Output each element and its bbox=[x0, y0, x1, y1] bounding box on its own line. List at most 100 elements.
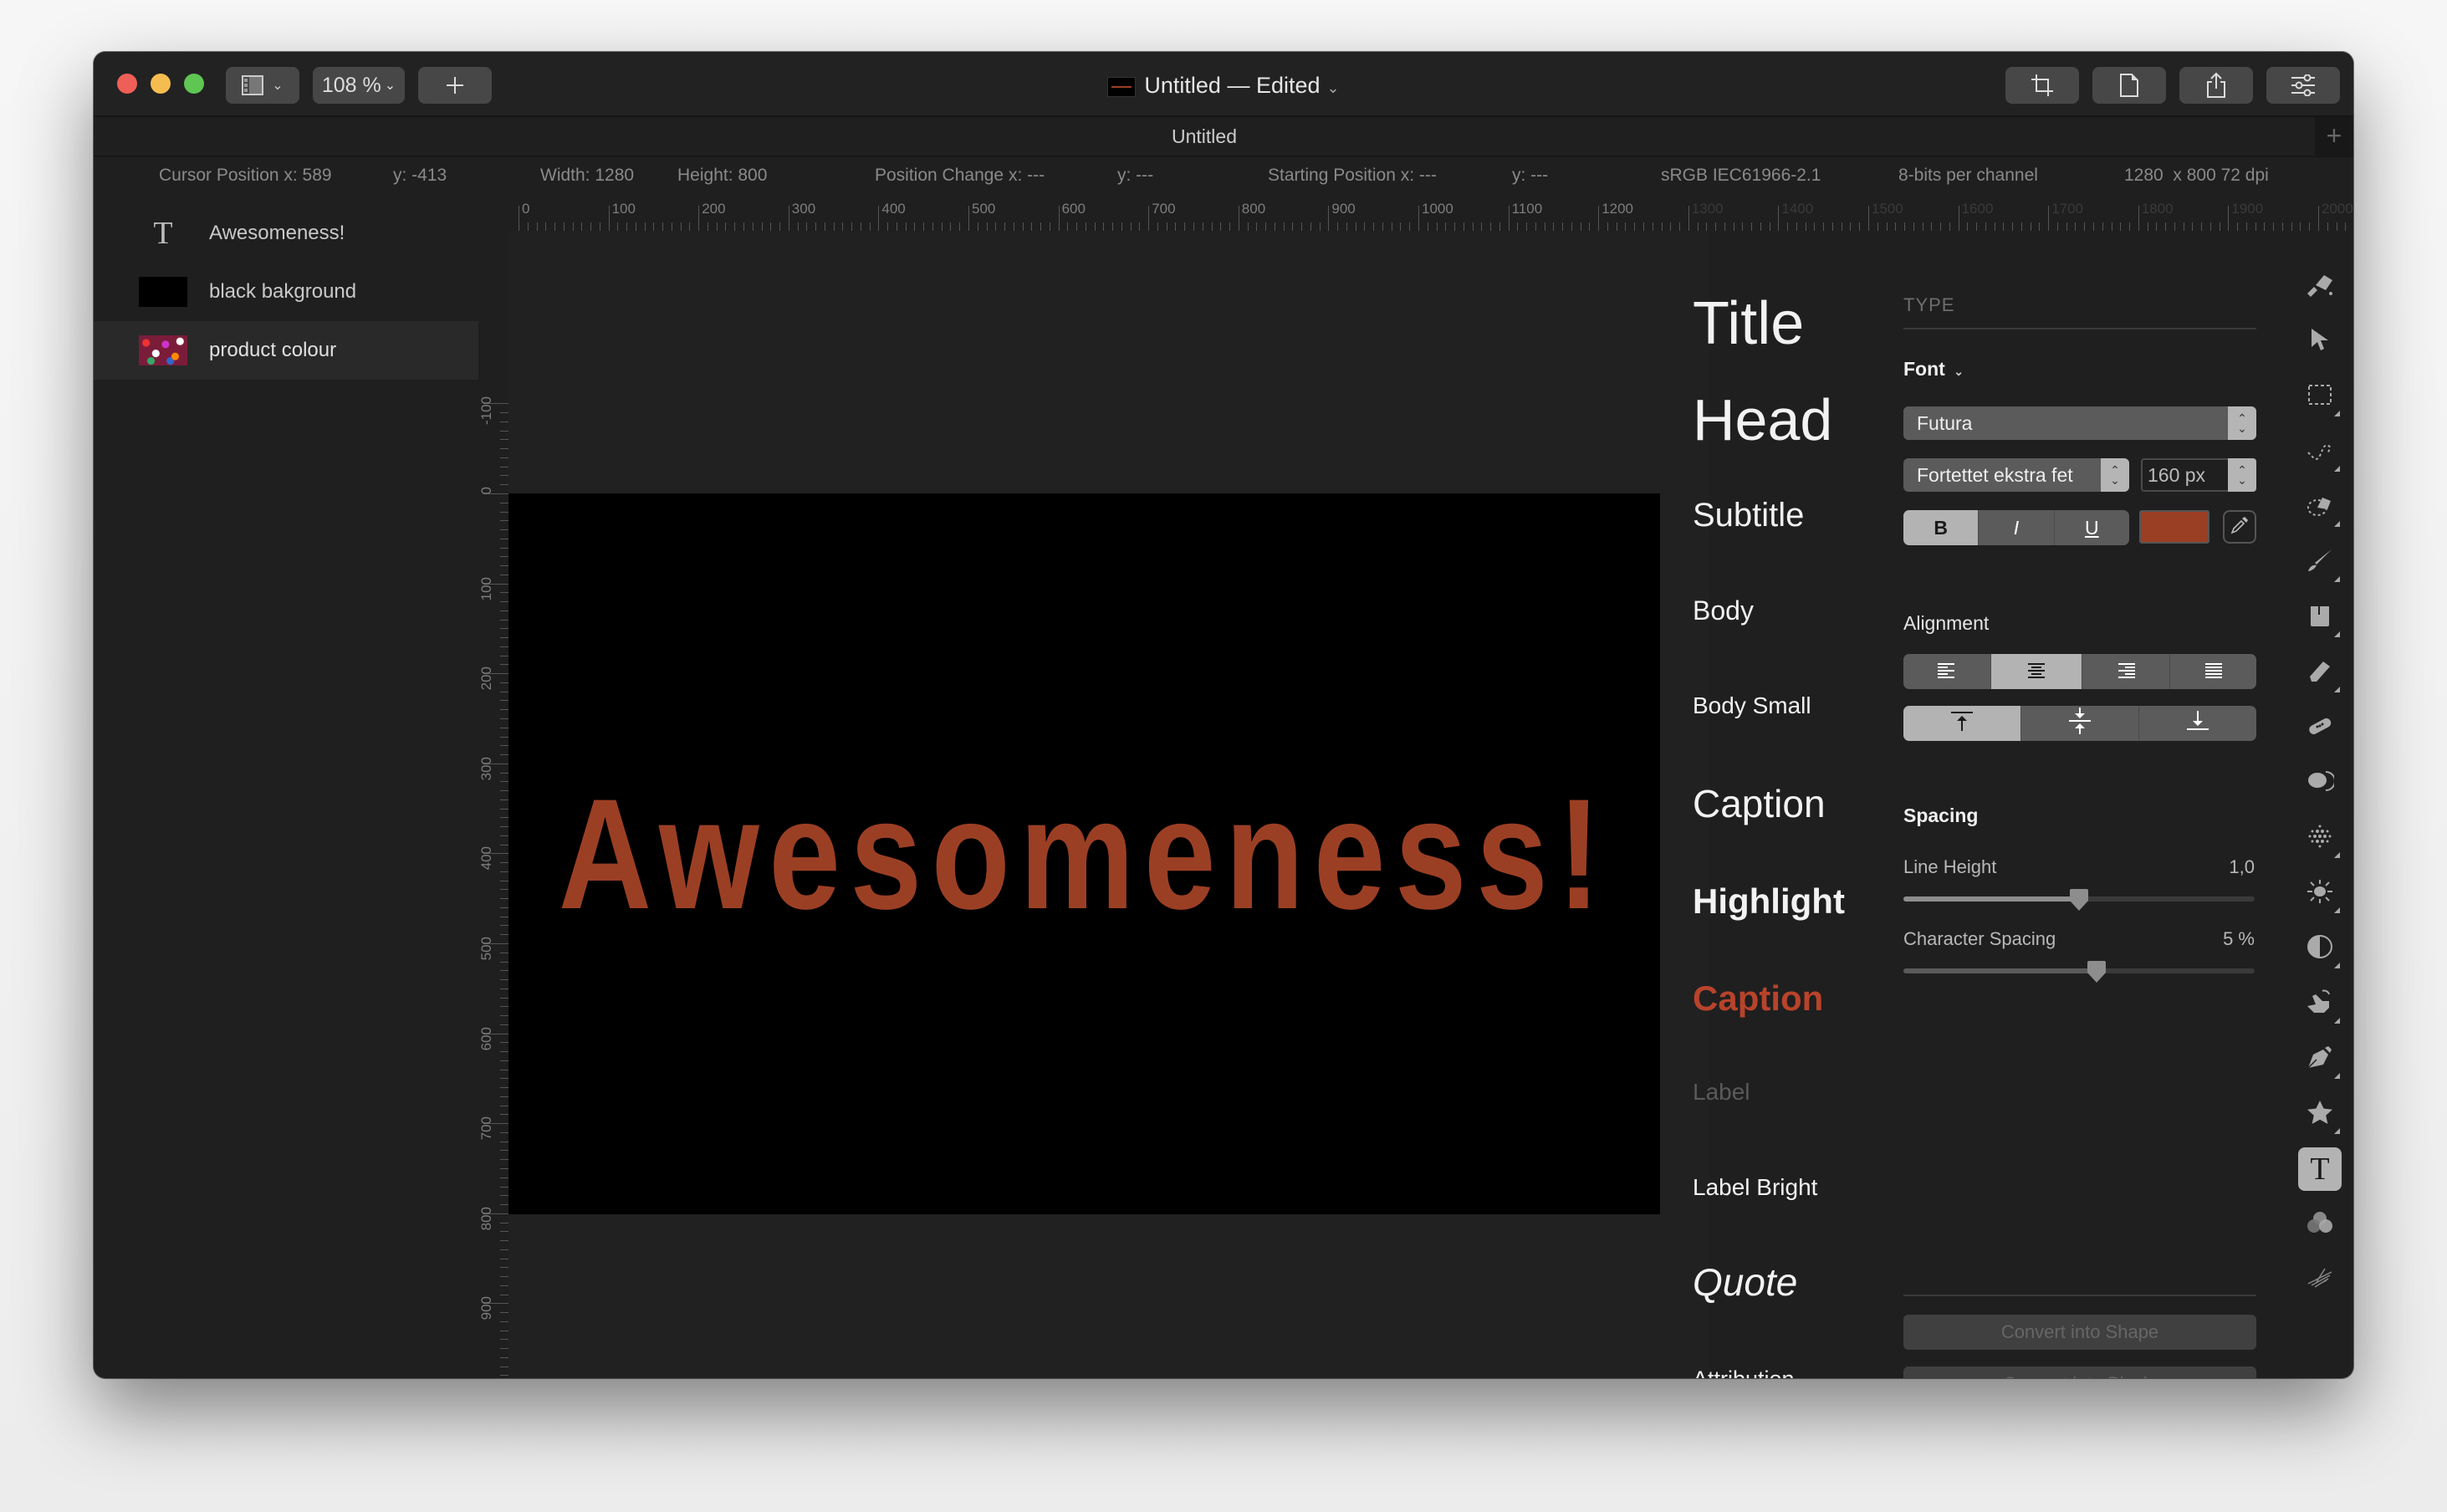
tab-untitled[interactable]: Untitled bbox=[94, 117, 2315, 156]
tool-heal[interactable] bbox=[2298, 706, 2342, 749]
align-bottom-button[interactable] bbox=[2139, 706, 2256, 741]
slider-thumb[interactable] bbox=[2070, 889, 2088, 911]
ruler-label: 400 bbox=[478, 846, 494, 871]
tool-lighten[interactable] bbox=[2298, 871, 2342, 915]
tool-erase[interactable] bbox=[2298, 651, 2342, 694]
font-menu[interactable]: Font ⌄ bbox=[1903, 358, 1964, 381]
ruler-minor-tick bbox=[500, 826, 508, 828]
style-head[interactable]: Head bbox=[1693, 386, 1832, 453]
line-height-slider[interactable] bbox=[1903, 889, 2255, 911]
new-tab-button[interactable]: + bbox=[2315, 117, 2353, 156]
style-title[interactable]: Title bbox=[1693, 289, 1804, 358]
font-style-select[interactable]: Fortettet ekstra fet ⌃ ⌄ bbox=[1903, 458, 2129, 492]
style-caption[interactable]: Caption bbox=[1693, 781, 1826, 826]
ruler-minor-tick bbox=[1823, 222, 1825, 231]
style-highlight[interactable]: Highlight bbox=[1693, 881, 1845, 922]
sidebar-toggle-button[interactable]: ⌄ bbox=[226, 67, 299, 104]
tool-select[interactable] bbox=[2298, 319, 2342, 363]
style-attribution[interactable]: Attribution bbox=[1693, 1366, 1795, 1378]
title-menu-chevron-icon[interactable]: ⌄ bbox=[1327, 79, 1340, 96]
tool-color-adjust[interactable] bbox=[2298, 1203, 2342, 1246]
convert-into-pixels-button[interactable]: Convert into Pixels bbox=[1903, 1366, 2256, 1378]
font-size-input[interactable]: 160 px ⌃ ⌄ bbox=[2141, 458, 2256, 492]
style-body-small[interactable]: Body Small bbox=[1693, 692, 1811, 719]
text-color-swatch[interactable] bbox=[2139, 510, 2209, 544]
align-center-button[interactable] bbox=[1991, 654, 2082, 689]
tool-brush[interactable] bbox=[2298, 540, 2342, 584]
layer-awesomeness[interactable]: T Awesomeness! bbox=[94, 204, 478, 263]
ruler-minor-tick bbox=[1454, 222, 1456, 231]
new-document-button[interactable] bbox=[2092, 67, 2166, 104]
tool-blur[interactable] bbox=[2298, 816, 2342, 860]
minimize-window-button[interactable] bbox=[151, 74, 171, 94]
bold-toggle[interactable]: B bbox=[1903, 510, 1980, 545]
share-button[interactable] bbox=[2179, 67, 2253, 104]
cursor-position-y: y: -413 bbox=[393, 166, 447, 185]
ruler-minor-tick bbox=[770, 222, 772, 231]
ruler-minor-tick bbox=[500, 1285, 508, 1286]
ruler-label: 0 bbox=[478, 487, 494, 495]
align-top-button[interactable] bbox=[1903, 706, 2021, 741]
ruler-label: -100 bbox=[478, 396, 494, 426]
tool-fill[interactable] bbox=[2298, 595, 2342, 639]
ruler-minor-tick bbox=[500, 1087, 508, 1089]
ruler-minor-tick bbox=[554, 222, 556, 231]
eyedropper-button[interactable] bbox=[2223, 510, 2256, 544]
stepper-icon[interactable]: ⌃ ⌄ bbox=[2101, 458, 2129, 492]
italic-toggle[interactable]: I bbox=[1979, 510, 2055, 545]
tool-pen[interactable] bbox=[2298, 1037, 2342, 1080]
ruler-minor-tick bbox=[500, 1204, 508, 1206]
ruler-minor-tick bbox=[1751, 222, 1753, 231]
font-family-select[interactable]: Futura ⌃ ⌄ bbox=[1903, 406, 2256, 440]
style-quote[interactable]: Quote bbox=[1693, 1259, 1797, 1305]
slider-thumb[interactable] bbox=[2087, 961, 2106, 983]
tool-rect-select[interactable] bbox=[2298, 375, 2342, 418]
canvas-text-awesomeness[interactable]: Awesomeness! bbox=[559, 493, 1601, 1214]
align-middle-button[interactable] bbox=[2021, 706, 2139, 741]
tool-smart-select[interactable] bbox=[2298, 485, 2342, 529]
stepper-icon[interactable]: ⌃ ⌄ bbox=[2228, 458, 2256, 492]
style-label-bright[interactable]: Label Bright bbox=[1693, 1174, 1817, 1201]
style-label[interactable]: Label bbox=[1693, 1079, 1750, 1106]
tool-smudge[interactable] bbox=[2298, 982, 2342, 1025]
align-right-button[interactable] bbox=[2082, 654, 2170, 689]
style-body[interactable]: Body bbox=[1693, 595, 1754, 626]
ruler-minor-tick bbox=[500, 1366, 508, 1367]
ruler-minor-tick bbox=[2291, 222, 2292, 231]
stepper-icon[interactable]: ⌃ ⌄ bbox=[2228, 406, 2256, 440]
layer-black-background[interactable]: black bakground bbox=[94, 263, 478, 321]
tool-effects[interactable] bbox=[2298, 1258, 2342, 1301]
tool-lasso[interactable] bbox=[2298, 430, 2342, 473]
convert-into-shape-button[interactable]: Convert into Shape bbox=[1903, 1315, 2256, 1350]
canvas-area[interactable]: Awesomeness! bbox=[508, 231, 1709, 1378]
zoom-level-menu[interactable]: 108 % ⌄ bbox=[313, 67, 405, 104]
ruler-minor-tick bbox=[500, 1114, 508, 1116]
marquee-icon bbox=[2307, 384, 2332, 410]
align-left-button[interactable] bbox=[1903, 654, 1991, 689]
adjustments-button[interactable] bbox=[2266, 67, 2340, 104]
character-spacing-slider[interactable] bbox=[1903, 961, 2255, 983]
tool-clone[interactable] bbox=[2298, 761, 2342, 805]
artboard[interactable]: Awesomeness! bbox=[508, 493, 1660, 1214]
tool-shape[interactable] bbox=[2298, 1092, 2342, 1136]
underline-toggle[interactable]: U bbox=[2055, 510, 2129, 545]
crop-button[interactable] bbox=[2005, 67, 2079, 104]
tool-contrast[interactable] bbox=[2298, 927, 2342, 970]
align-justify-button[interactable] bbox=[2170, 654, 2256, 689]
tool-text[interactable]: T bbox=[2298, 1147, 2342, 1191]
close-window-button[interactable] bbox=[117, 74, 137, 94]
tool-paint-style[interactable] bbox=[2298, 264, 2342, 308]
ruler-minor-tick bbox=[527, 222, 529, 231]
layer-product-colour[interactable]: product colour bbox=[94, 321, 478, 380]
zoom-window-button[interactable] bbox=[184, 74, 204, 94]
zoom-level-value: 108 % bbox=[321, 73, 381, 97]
add-button[interactable] bbox=[418, 67, 492, 104]
sliders-icon bbox=[2291, 74, 2316, 96]
text-layer-icon: T bbox=[153, 216, 173, 251]
ruler-minor-tick bbox=[842, 222, 844, 231]
ruler-major-tick bbox=[968, 206, 969, 231]
ruler-major-tick bbox=[1778, 206, 1780, 231]
ruler-minor-tick bbox=[1499, 222, 1500, 231]
style-subtitle[interactable]: Subtitle bbox=[1693, 497, 1804, 534]
style-caption-accent[interactable]: Caption bbox=[1693, 978, 1823, 1019]
